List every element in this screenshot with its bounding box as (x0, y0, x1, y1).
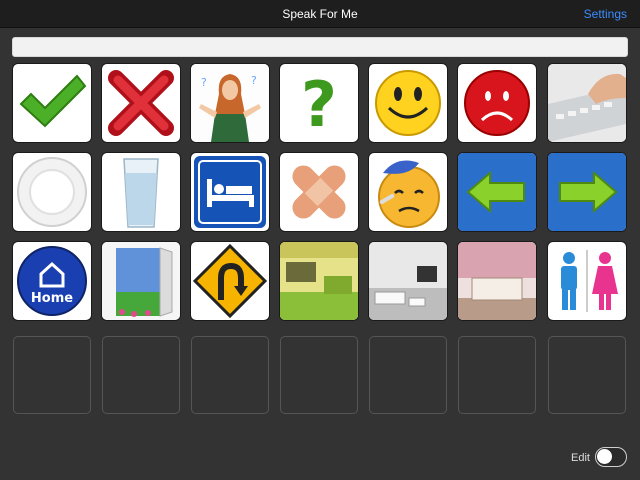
tile-happy[interactable] (369, 64, 447, 142)
restroom-sign-icon (561, 250, 618, 312)
tile-sleep[interactable] (191, 153, 269, 231)
edit-label: Edit (571, 452, 590, 464)
tile-sick[interactable] (369, 153, 447, 231)
svg-text:?: ? (251, 74, 257, 87)
tile-home[interactable]: Home (13, 242, 91, 320)
glass-of-water-icon (123, 158, 159, 228)
question-mark-icon: ? (301, 68, 337, 141)
empty-tile-slot (191, 336, 269, 414)
keyboard-typing-icon (548, 64, 626, 142)
toggle-knob (597, 449, 612, 464)
right-arrow-icon (548, 153, 626, 231)
kitchen-icon (280, 242, 358, 320)
tile-bedroom[interactable] (458, 242, 536, 320)
tile-drink[interactable] (102, 153, 180, 231)
empty-tile-slot (458, 336, 536, 414)
tile-next[interactable] (548, 153, 626, 231)
bandage-icon (292, 165, 346, 219)
nav-bar: Speak For Me Settings (0, 0, 640, 28)
red-x-icon (108, 70, 174, 136)
left-arrow-icon (458, 153, 536, 231)
empty-tile-slot (102, 336, 180, 414)
tile-confused[interactable]: ? ? (191, 64, 269, 142)
tile-kitchen[interactable] (280, 242, 358, 320)
plate-icon (17, 157, 87, 227)
u-turn-sign-icon (192, 243, 268, 319)
tile-living-room[interactable] (369, 242, 447, 320)
empty-tile-slot (548, 336, 626, 414)
home-button-label: Home (31, 291, 73, 306)
tile-hurt[interactable] (280, 153, 358, 231)
tile-question[interactable]: ? (280, 64, 358, 142)
checkmark-icon (19, 74, 87, 128)
tile-sad[interactable] (458, 64, 536, 142)
tile-go-back[interactable] (191, 242, 269, 320)
bedroom-icon (458, 242, 536, 320)
sick-face-icon (378, 160, 440, 228)
empty-tile-slot (369, 336, 447, 414)
tile-yes[interactable] (13, 64, 91, 142)
tile-eat[interactable] (13, 153, 91, 231)
empty-tile-slot (13, 336, 91, 414)
confused-woman-icon: ? ? (191, 64, 269, 142)
tile-type[interactable] (548, 64, 626, 142)
sad-face-icon (464, 70, 530, 136)
bed-sign-icon (194, 156, 266, 228)
empty-tile-slot (280, 336, 358, 414)
edit-toggle[interactable] (595, 447, 627, 467)
happy-face-icon (375, 70, 441, 136)
tile-no[interactable] (102, 64, 180, 142)
app-title: Speak For Me (282, 7, 358, 21)
tile-restroom[interactable] (548, 242, 626, 320)
svg-text:?: ? (201, 76, 207, 89)
speech-output-bar[interactable] (12, 37, 628, 57)
settings-button[interactable]: Settings (584, 7, 627, 21)
tile-back[interactable] (458, 153, 536, 231)
home-button-icon: Home (17, 246, 87, 316)
living-room-icon (369, 242, 447, 320)
tile-outside[interactable] (102, 242, 180, 320)
svg-text:?: ? (301, 68, 337, 141)
open-door-icon (102, 242, 180, 320)
